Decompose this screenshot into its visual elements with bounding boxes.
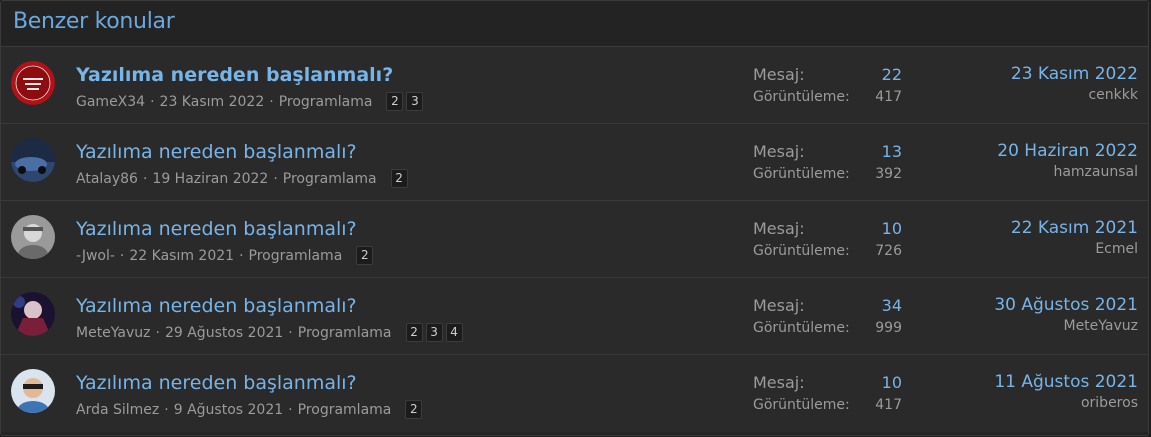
thread-title-link[interactable]: Yazılıma nereden başlanmalı? xyxy=(76,218,357,240)
last-post-date[interactable]: 23 Kasım 2022 xyxy=(1011,64,1138,84)
avatar[interactable] xyxy=(11,369,55,413)
views-label: Görüntüleme: xyxy=(753,89,850,105)
thread-row: Yazılıma nereden başlanmalı? MeteYavuz ·… xyxy=(1,278,1148,355)
views-label: Görüntüleme: xyxy=(753,397,850,413)
block-title: Benzer konular xyxy=(1,1,1148,47)
thread-title-link[interactable]: Yazılıma nereden başlanmalı? xyxy=(76,64,393,86)
page-jump: 2 xyxy=(405,400,423,419)
author-link[interactable]: MeteYavuz xyxy=(76,325,151,341)
views-count: 726 xyxy=(875,243,902,259)
last-post-date[interactable]: 20 Haziran 2022 xyxy=(997,141,1138,161)
forum-link[interactable]: Programlama xyxy=(298,325,392,341)
views-count: 392 xyxy=(875,166,902,182)
thread-row: Yazılıma nereden başlanmalı? Atalay86 · … xyxy=(1,124,1148,201)
thread-meta: MeteYavuz · 29 Ağustos 2021 · Programlam… xyxy=(76,323,463,342)
page-link[interactable]: 2 xyxy=(405,400,423,419)
page-jump: 2 xyxy=(390,169,408,188)
page-jump: 2 xyxy=(356,246,374,265)
last-post-date[interactable]: 30 Ağustos 2021 xyxy=(994,295,1138,315)
views-count: 417 xyxy=(875,397,902,413)
last-post-user[interactable]: oriberos xyxy=(1081,395,1138,411)
messages-count: 10 xyxy=(881,373,902,392)
views-label: Görüntüleme: xyxy=(753,243,850,259)
messages-count: 34 xyxy=(881,296,902,315)
avatar[interactable] xyxy=(11,215,55,259)
last-post-user[interactable]: cenkkk xyxy=(1088,87,1138,103)
page-link[interactable]: 4 xyxy=(445,323,463,342)
avatar[interactable] xyxy=(11,61,55,105)
thread-meta: Arda Silmez · 9 Ağustos 2021 · Programla… xyxy=(76,400,423,419)
author-link[interactable]: -Jwol- xyxy=(76,248,115,264)
views-count: 417 xyxy=(875,89,902,105)
thread-title-link[interactable]: Yazılıma nereden başlanmalı? xyxy=(76,372,357,394)
thread-date[interactable]: 9 Ağustos 2021 xyxy=(174,402,283,418)
thread-row: Yazılıma nereden başlanmalı? GameX34 · 2… xyxy=(1,47,1148,124)
forum-link[interactable]: Programlama xyxy=(249,248,343,264)
page-link[interactable]: 2 xyxy=(405,323,423,342)
thread-row: Yazılıma nereden başlanmalı? -Jwol- · 22… xyxy=(1,201,1148,278)
thread-title-link[interactable]: Yazılıma nereden başlanmalı? xyxy=(76,141,357,163)
thread-date[interactable]: 19 Haziran 2022 xyxy=(152,171,268,187)
author-link[interactable]: Arda Silmez xyxy=(76,402,159,418)
page-jump: 2 3 4 xyxy=(405,323,463,342)
messages-label: Mesaj: xyxy=(753,373,805,392)
page-link[interactable]: 2 xyxy=(386,92,404,111)
messages-count: 10 xyxy=(881,219,902,238)
last-post-user[interactable]: Ecmel xyxy=(1095,241,1138,257)
forum-link[interactable]: Programlama xyxy=(279,94,373,110)
messages-count: 13 xyxy=(881,142,902,161)
thread-title-link[interactable]: Yazılıma nereden başlanmalı? xyxy=(76,295,357,317)
views-label: Görüntüleme: xyxy=(753,166,850,182)
author-link[interactable]: Atalay86 xyxy=(76,171,138,187)
thread-date[interactable]: 23 Kasım 2022 xyxy=(160,94,265,110)
thread-date[interactable]: 29 Ağustos 2021 xyxy=(165,325,283,341)
views-label: Görüntüleme: xyxy=(753,320,850,336)
page-link[interactable]: 3 xyxy=(406,92,424,111)
thread-meta: GameX34 · 23 Kasım 2022 · Programlama 2 … xyxy=(76,92,424,111)
page-link[interactable]: 2 xyxy=(356,246,374,265)
last-post-user[interactable]: MeteYavuz xyxy=(1063,318,1138,334)
messages-label: Mesaj: xyxy=(753,142,805,161)
thread-meta: Atalay86 · 19 Haziran 2022 · Programlama… xyxy=(76,169,408,188)
last-post-date[interactable]: 11 Ağustos 2021 xyxy=(994,372,1138,392)
page-jump: 2 3 xyxy=(386,92,424,111)
messages-label: Mesaj: xyxy=(753,219,805,238)
avatar[interactable] xyxy=(11,292,55,336)
messages-label: Mesaj: xyxy=(753,296,805,315)
messages-label: Mesaj: xyxy=(753,65,805,84)
thread-meta: -Jwol- · 22 Kasım 2021 · Programlama 2 xyxy=(76,246,374,265)
avatar[interactable] xyxy=(11,138,55,182)
forum-link[interactable]: Programlama xyxy=(283,171,377,187)
similar-threads-block: Benzer konular Yazılıma nereden başlanma… xyxy=(0,0,1149,436)
thread-row: Yazılıma nereden başlanmalı? Arda Silmez… xyxy=(1,355,1148,432)
page-link[interactable]: 2 xyxy=(390,169,408,188)
messages-count: 22 xyxy=(881,65,902,84)
thread-date[interactable]: 22 Kasım 2021 xyxy=(129,248,234,264)
page-link[interactable]: 3 xyxy=(425,323,443,342)
last-post-date[interactable]: 22 Kasım 2021 xyxy=(1011,218,1138,238)
last-post-user[interactable]: hamzaunsal xyxy=(1053,164,1138,180)
forum-link[interactable]: Programlama xyxy=(298,402,392,418)
views-count: 999 xyxy=(875,320,902,336)
author-link[interactable]: GameX34 xyxy=(76,94,145,110)
